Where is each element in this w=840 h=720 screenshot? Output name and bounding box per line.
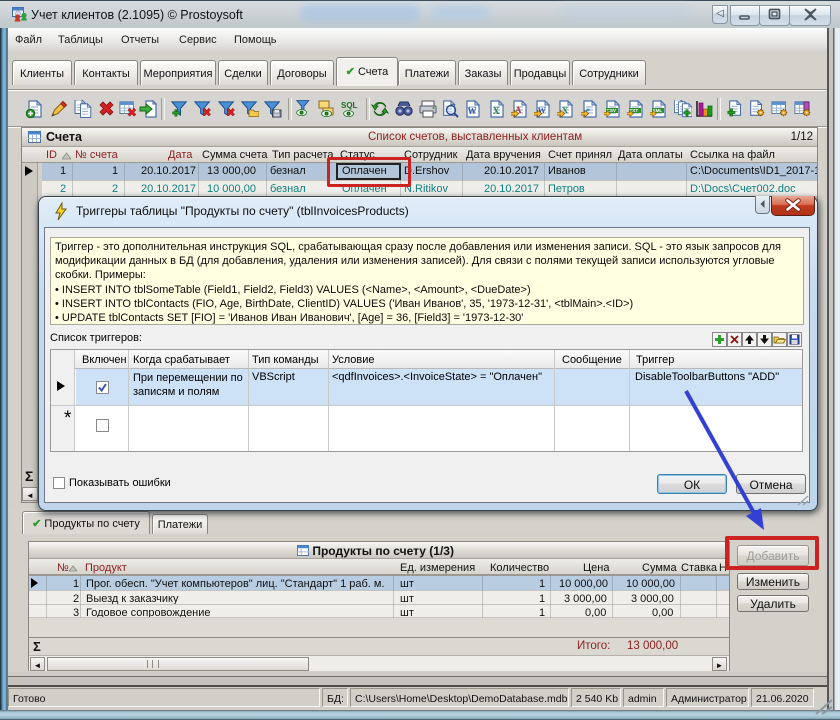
svg-text:SQL: SQL	[341, 101, 358, 110]
svg-text:X: X	[493, 106, 500, 116]
svg-text:W: W	[468, 106, 477, 116]
